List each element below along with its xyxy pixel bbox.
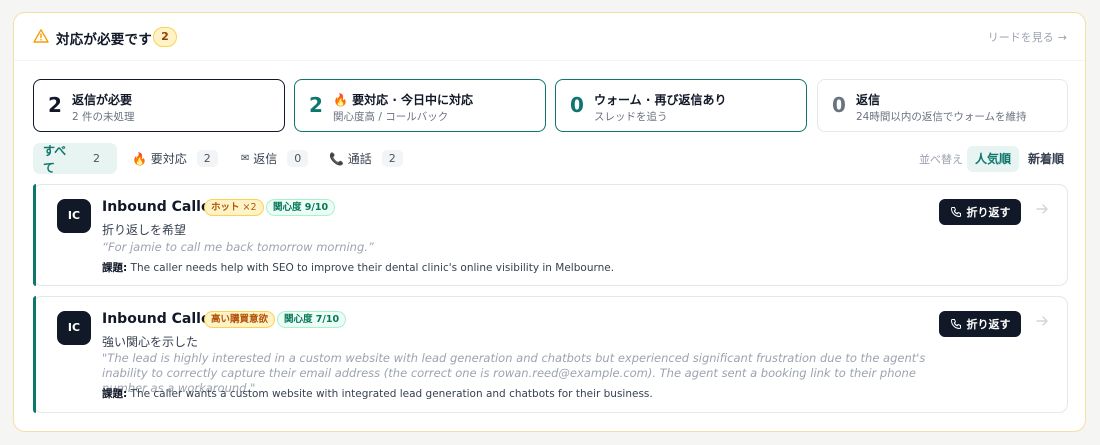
stat-subtitle: 2 件の未処理 — [72, 111, 135, 123]
phone-icon — [950, 319, 961, 329]
stat-subtitle: 24時間以内の返信でウォームを維持 — [856, 111, 1027, 123]
lead-name: Inbound Caller — [102, 199, 218, 215]
fire-icon: 🔥 — [333, 93, 348, 107]
tab-count: 2 — [93, 152, 100, 165]
stat-subtitle: 関心度高 / コールバック — [333, 111, 449, 123]
tab-urgent[interactable]: 🔥 要対応 2 — [122, 143, 228, 174]
phone-icon: 📞 — [329, 151, 344, 166]
call-back-label: 折り返す — [966, 206, 1011, 219]
arrow-right-icon[interactable] — [1034, 201, 1050, 217]
high-intent-badge: 高い購買意欲 — [204, 311, 276, 328]
tab-reply[interactable]: ✉ 返信 0 — [231, 143, 318, 174]
tab-label: すべて — [43, 143, 67, 175]
tab-label: 返信 — [253, 152, 278, 166]
lead-name: Inbound Caller — [102, 311, 218, 327]
action-required-panel: 対応が必要です 2 リードを見る → 2 返信が必要 2 件の未処理 2 🔥 要対… — [13, 12, 1086, 432]
issue-text: The caller needs help with SEO to improv… — [127, 262, 615, 274]
stat-title: ウォーム · 再び返信あり — [594, 93, 727, 107]
issue-label: 課題: — [102, 262, 128, 274]
tab-count: 2 — [196, 150, 218, 167]
sort-label: 並べ替え — [919, 153, 963, 166]
stat-value: 0 — [570, 93, 584, 117]
tab-count: 2 — [381, 150, 403, 167]
stat-value: 2 — [309, 93, 323, 117]
hot-badge: ホット ×2 — [204, 199, 264, 216]
avatar: IC — [57, 311, 91, 345]
hot-badge-label: ホット — [211, 202, 240, 213]
stat-subtitle: スレッドを追う — [594, 111, 668, 123]
stat-warm[interactable]: 0 ウォーム · 再び返信あり スレッドを追う — [555, 79, 807, 132]
tab-label: 通話 — [347, 152, 372, 166]
stat-title: 🔥 要対応 · 今日中に対応 — [333, 91, 473, 108]
lead-summary: 折り返しを希望 — [102, 223, 187, 237]
stat-urgent[interactable]: 2 🔥 要対応 · 今日中に対応 関心度高 / コールバック — [294, 79, 546, 132]
lead-card[interactable]: IC Inbound Caller 高い購買意欲 関心度 7/10 強い関心を示… — [33, 296, 1068, 413]
arrow-right-icon: → — [1057, 31, 1067, 44]
view-leads-link[interactable]: リードを見る → — [988, 29, 1067, 45]
stat-title-text: 要対応 · 今日中に対応 — [352, 93, 474, 107]
stat-title: 返信が必要 — [72, 93, 133, 107]
lead-quote: “For jamie to call me back tomorrow morn… — [102, 240, 374, 254]
stat-replies[interactable]: 0 返信 24時間以内の返信でウォームを維持 — [817, 79, 1068, 132]
page-title: 対応が必要です — [56, 32, 152, 48]
lead-issue: 課題: The caller wants a custom website wi… — [102, 386, 653, 401]
mail-icon: ✉ — [241, 153, 250, 164]
lead-card[interactable]: IC Inbound Caller ホット ×2 関心度 9/10 折り返しを希望… — [33, 184, 1068, 286]
count-badge: 2 — [153, 27, 177, 47]
stat-value: 0 — [832, 93, 846, 117]
arrow-right-icon[interactable] — [1034, 313, 1050, 329]
call-back-button[interactable]: 折り返す — [939, 199, 1021, 225]
stat-value: 2 — [48, 93, 62, 117]
interest-score-badge: 関心度 9/10 — [266, 199, 336, 216]
sort-popular-button[interactable]: 人気順 — [967, 146, 1020, 172]
stat-title: 返信 — [856, 93, 881, 107]
tab-call[interactable]: 📞 通話 2 — [319, 143, 413, 174]
tab-count: 0 — [287, 150, 309, 167]
avatar: IC — [57, 199, 91, 233]
call-back-label: 折り返す — [966, 318, 1011, 331]
sort-newest-button[interactable]: 新着順 — [1020, 146, 1072, 172]
interest-score-badge: 関心度 7/10 — [277, 311, 347, 328]
phone-icon — [950, 207, 961, 217]
warning-icon — [33, 29, 49, 43]
fire-icon: 🔥 — [132, 151, 147, 166]
issue-text: The caller wants a custom website with i… — [127, 388, 653, 400]
issue-label: 課題: — [102, 388, 128, 400]
tab-label: 要対応 — [150, 152, 187, 166]
tab-all[interactable]: すべて 2 — [33, 143, 117, 175]
stat-needs-reply[interactable]: 2 返信が必要 2 件の未処理 — [33, 79, 285, 132]
lead-summary: 強い関心を示した — [102, 335, 199, 349]
lead-issue: 課題: The caller needs help with SEO to im… — [102, 260, 614, 275]
call-back-button[interactable]: 折り返す — [939, 311, 1021, 337]
view-leads-label: リードを見る — [987, 31, 1054, 44]
hot-badge-multiplier: ×2 — [242, 202, 257, 213]
panel-header: 対応が必要です 2 リードを見る → — [14, 13, 1085, 61]
